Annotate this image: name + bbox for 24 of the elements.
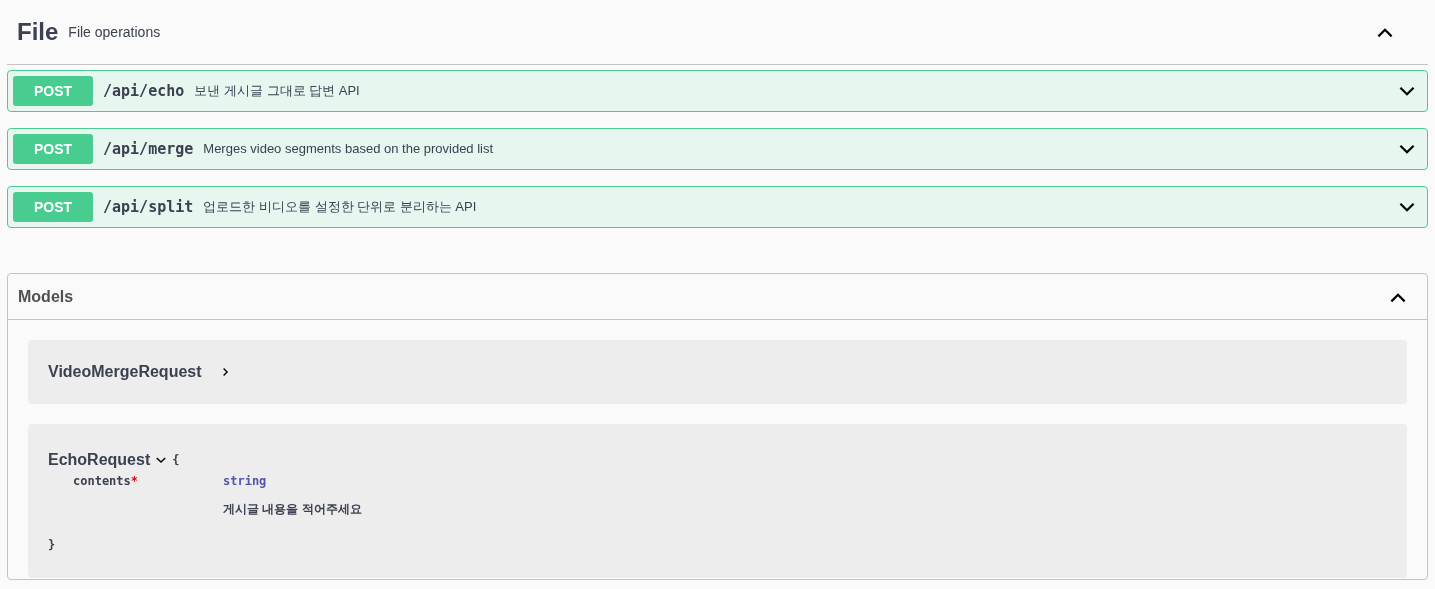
model-name[interactable]: EchoRequest xyxy=(48,448,151,472)
operation-path: /api/merge xyxy=(103,138,194,160)
property-type: string xyxy=(223,473,268,490)
operation-summary: 보낸 게시글 그대로 답변 API xyxy=(194,82,360,101)
operation-summary: Merges video segments based on the provided list xyxy=(203,140,494,159)
method-badge: POST xyxy=(13,134,93,164)
section-description: File operations xyxy=(68,22,161,42)
models-title: Models xyxy=(18,286,74,307)
operation-row[interactable]: POST /api/echo 보낸 게시글 그대로 답변 API xyxy=(7,70,1428,112)
section-header[interactable]: File File operations xyxy=(7,0,1428,65)
operation-row[interactable]: POST /api/split 업로드한 비디오를 설정한 단위로 분리하는 API xyxy=(7,186,1428,228)
method-badge: POST xyxy=(13,76,93,106)
operation-row[interactable]: POST /api/merge Merges video segments based on the provided list xyxy=(7,128,1428,170)
property-name: contents* xyxy=(73,473,140,490)
operation-path: /api/split xyxy=(103,196,194,218)
method-badge: POST xyxy=(13,192,93,222)
operation-summary: 업로드한 비디오를 설정한 단위로 분리하는 API xyxy=(203,198,477,217)
models-header[interactable]: Models xyxy=(8,274,1427,320)
open-brace: { xyxy=(172,452,180,469)
section-title: File xyxy=(17,17,59,47)
operation-path: /api/echo xyxy=(103,80,185,102)
close-brace: } xyxy=(48,538,56,552)
property-description: 게시글 내용을 적어주세요 xyxy=(223,501,362,518)
model-name[interactable]: VideoMergeRequest xyxy=(48,360,202,384)
